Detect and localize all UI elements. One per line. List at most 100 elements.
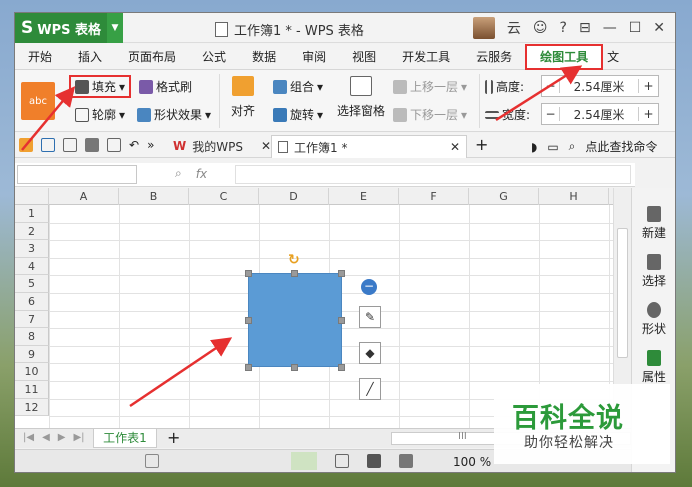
tab-cloud[interactable]: 云服务 — [463, 44, 525, 70]
align-button[interactable]: 对齐 — [231, 76, 255, 119]
toggle-ribbon-icon[interactable]: ⊟ — [579, 20, 591, 36]
outline-button[interactable]: 轮廓 ▾ — [75, 106, 125, 123]
row-header[interactable]: 6 — [15, 293, 49, 311]
help-icon[interactable]: ? — [560, 20, 567, 36]
undo-icon[interactable]: ↶ — [129, 138, 139, 152]
row-header[interactable]: 8 — [15, 328, 49, 346]
format-painter-button[interactable]: 格式刷 — [139, 78, 192, 95]
group-button[interactable]: 组合 ▾ — [273, 78, 323, 95]
tab-insert[interactable]: 插入 — [65, 44, 115, 70]
redo-icon[interactable]: » — [147, 138, 154, 152]
column-a[interactable]: A — [49, 188, 119, 205]
tab-page-layout[interactable]: 页面布局 — [115, 44, 189, 70]
next-sheet-icon[interactable]: ▶ — [58, 432, 66, 443]
select-all-corner[interactable] — [15, 188, 49, 205]
page-break-view-icon[interactable] — [335, 454, 349, 468]
row-header[interactable]: 10 — [15, 363, 49, 381]
collapse-icon[interactable]: − — [361, 279, 377, 295]
row-header[interactable]: 1 — [15, 205, 49, 223]
column-b[interactable]: B — [119, 188, 189, 205]
formula-input[interactable] — [235, 165, 631, 184]
scroll-thumb[interactable] — [617, 228, 628, 358]
column-c[interactable]: C — [189, 188, 259, 205]
reading-view-icon[interactable] — [399, 454, 413, 468]
row-header[interactable]: 12 — [15, 398, 49, 417]
resize-handle[interactable] — [291, 270, 298, 277]
column-d[interactable]: D — [259, 188, 329, 205]
zoom-search-icon[interactable]: ⌕ — [175, 166, 182, 181]
resize-handle[interactable] — [245, 270, 252, 277]
selection-pane-button[interactable]: 选择窗格 — [337, 76, 385, 119]
resize-handle[interactable] — [338, 270, 345, 277]
row-header[interactable]: 4 — [15, 257, 49, 276]
close-icon[interactable]: ✕ — [450, 140, 460, 154]
bring-forward-button[interactable]: 上移一层 ▾ — [393, 78, 467, 95]
row-header[interactable]: 3 — [15, 240, 49, 258]
minimize-button[interactable]: — — [603, 20, 617, 36]
sheet-tab-1[interactable]: 工作表1 — [93, 429, 157, 448]
side-new-button[interactable]: 新建 — [632, 206, 675, 241]
find-command[interactable]: ◗ ▭ ⌕ 点此查找命令 — [531, 138, 657, 155]
print-icon[interactable] — [85, 138, 99, 152]
display-icon[interactable]: ▭ — [547, 140, 558, 154]
side-properties-button[interactable]: 属性 — [632, 350, 675, 385]
skin-icon[interactable]: ☺ — [533, 20, 548, 36]
new-tab-button[interactable]: + — [475, 135, 488, 154]
resize-handle[interactable] — [338, 317, 345, 324]
user-name[interactable]: 云 — [507, 18, 521, 38]
tab-workbook1[interactable]: 工作簿1 * ✕ — [271, 135, 467, 158]
close-icon[interactable]: ✕ — [261, 139, 271, 153]
width-decrease-button[interactable]: − — [542, 107, 560, 121]
side-shape-button[interactable]: 形状 — [632, 302, 675, 337]
tab-drawing-tools[interactable]: 绘图工具 — [525, 43, 604, 70]
height-decrease-button[interactable]: − — [542, 79, 560, 93]
column-f[interactable]: F — [399, 188, 469, 205]
open-icon[interactable] — [19, 138, 33, 152]
width-input[interactable]: 2.54厘米 — [560, 106, 638, 123]
maximize-button[interactable]: ☐ — [629, 20, 642, 36]
prev-sheet-icon[interactable]: ◀ — [42, 432, 50, 443]
column-g[interactable]: G — [469, 188, 539, 205]
blue-rectangle-shape[interactable] — [248, 273, 342, 367]
save-icon[interactable] — [41, 138, 55, 152]
resize-handle[interactable] — [245, 317, 252, 324]
width-increase-button[interactable]: + — [638, 107, 658, 121]
row-header[interactable]: 7 — [15, 310, 49, 329]
height-stepper[interactable]: − 2.54厘米 + — [541, 75, 659, 97]
column-e[interactable]: E — [329, 188, 399, 205]
tab-home[interactable]: 开始 — [15, 44, 65, 70]
tab-data[interactable]: 数据 — [239, 44, 289, 70]
resize-handle[interactable] — [338, 364, 345, 371]
outline-color-icon[interactable]: ╱ — [359, 378, 381, 400]
row-header[interactable]: 11 — [15, 381, 49, 399]
resize-handle[interactable] — [291, 364, 298, 371]
normal-view-icon[interactable] — [291, 452, 317, 470]
zoom-level[interactable]: 100 % — [453, 455, 491, 469]
edit-shape-icon[interactable]: ✎ — [359, 306, 381, 328]
tab-developer[interactable]: 开发工具 — [389, 44, 463, 70]
first-sheet-icon[interactable]: |◀ — [23, 432, 34, 443]
tab-view[interactable]: 视图 — [339, 44, 389, 70]
macro-icon[interactable] — [145, 454, 159, 468]
fx-icon[interactable]: fx — [196, 167, 207, 181]
rotate-button[interactable]: 旋转 ▾ — [273, 106, 323, 123]
close-button[interactable]: ✕ — [653, 20, 665, 36]
height-increase-button[interactable]: + — [638, 79, 658, 93]
tab-review[interactable]: 审阅 — [289, 44, 339, 70]
side-select-button[interactable]: 选择 — [632, 254, 675, 289]
add-sheet-button[interactable]: + — [167, 428, 180, 447]
tab-my-wps[interactable]: W 我的WPS ✕ — [167, 135, 277, 157]
last-sheet-icon[interactable]: ▶| — [73, 432, 84, 443]
resize-handle[interactable] — [245, 364, 252, 371]
cloud-icon[interactable]: ◗ — [531, 140, 537, 154]
shape-effect-button[interactable]: 形状效果 ▾ — [137, 106, 211, 123]
row-header[interactable]: 2 — [15, 222, 49, 241]
print-preview-icon[interactable] — [107, 138, 121, 152]
height-input[interactable]: 2.54厘米 — [560, 78, 638, 95]
shape-style-preset[interactable]: abc — [21, 82, 55, 120]
rotate-handle-icon[interactable]: ↻ — [288, 252, 300, 268]
width-stepper[interactable]: − 2.54厘米 + — [541, 103, 659, 125]
app-menu-button[interactable]: S WPS 表格 ▼ — [15, 13, 123, 43]
fill-button[interactable]: 填充 ▾ — [69, 75, 132, 98]
tab-more[interactable]: 文 — [603, 44, 623, 70]
